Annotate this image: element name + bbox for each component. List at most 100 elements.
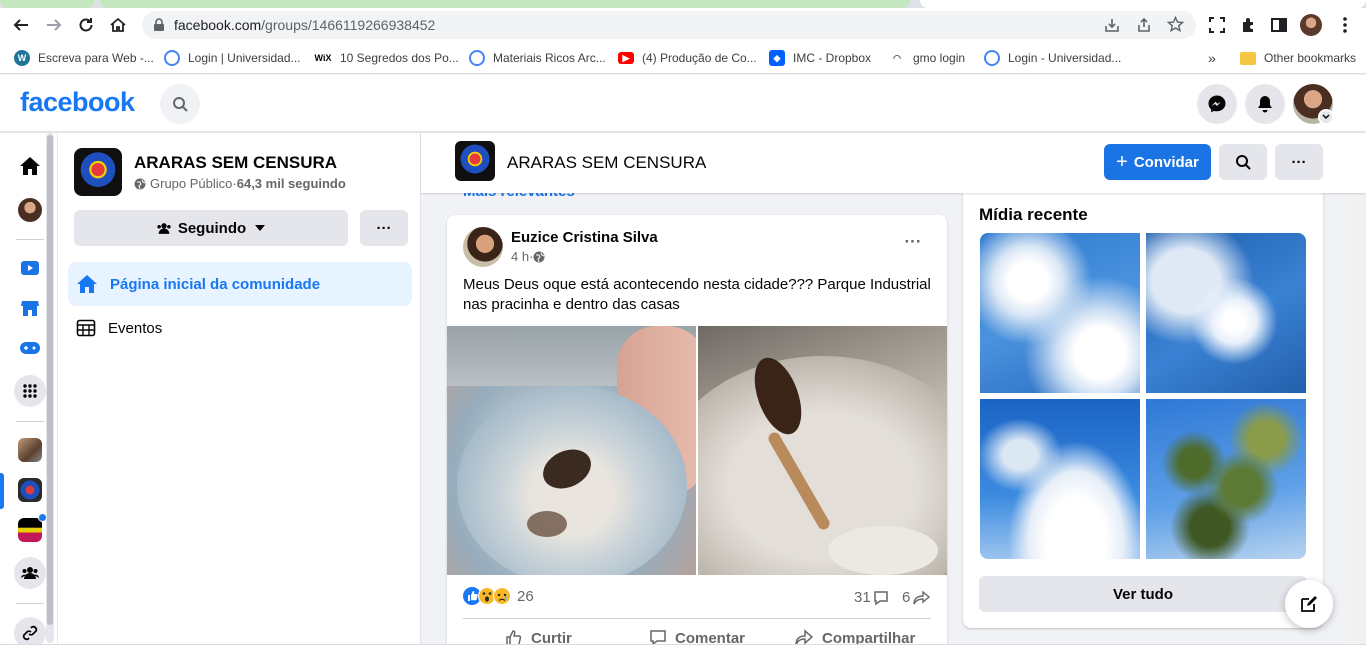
bell-icon [1258,96,1272,113]
group-meta: Grupo Público · 64,3 mil seguindo [134,176,346,191]
post-time[interactable]: 4 h [511,249,529,264]
account-menu-button[interactable] [1318,109,1334,125]
group-logo[interactable] [74,148,122,196]
facebook-header: facebook [0,75,1366,132]
rail-groups[interactable] [14,557,46,589]
rail-shortcut-group[interactable] [17,437,43,463]
rail-marketplace[interactable] [17,295,43,321]
media-thumbnail[interactable] [1146,399,1306,559]
chrome-menu-button[interactable] [1332,12,1358,38]
invite-button[interactable]: + Convidar [1104,144,1211,180]
bookmark-item[interactable]: ◠ gmo login [889,49,965,67]
reload-button[interactable] [73,12,99,38]
browser-tab-strip [0,0,1366,8]
facebook-logo[interactable]: facebook [20,87,135,118]
feed-post: Euzice Cristina Silva 4 h · ··· Meus Deu… [447,215,947,660]
other-bookmarks[interactable]: Other bookmarks [1240,49,1356,67]
bookmark-item[interactable]: Login | Universidad... [164,49,301,67]
group-header-more-button[interactable]: ··· [1275,144,1323,180]
group-title[interactable]: ARARAS SEM CENSURA [507,153,706,173]
kebab-menu-icon [1343,17,1347,33]
member-count: 64,3 mil seguindo [236,176,346,191]
media-thumbnail[interactable] [980,233,1140,393]
group-name[interactable]: ARARAS SEM CENSURA [134,153,337,173]
star-icon[interactable] [1167,16,1184,33]
page-icon [469,50,485,66]
gmo-icon: ◠ [893,52,901,63]
see-all-button[interactable]: Ver tudo [979,576,1307,612]
bookmark-item[interactable]: W Escreva para Web -... [14,49,154,67]
forward-arrow-icon [47,19,62,31]
comment-count[interactable]: 31 [854,589,889,606]
share-arrow-icon [913,590,931,604]
group-more-button[interactable]: ··· [360,210,408,246]
following-button[interactable]: Seguindo [74,210,348,246]
chevron-down-icon [1322,114,1330,120]
rail-shortcut-group[interactable] [17,477,43,503]
post-photo[interactable] [698,326,947,575]
folder-icon [1240,51,1256,65]
sidepanel-button[interactable] [1266,12,1292,38]
nav-community-home[interactable]: Página inicial da comunidade [68,262,412,306]
bookmark-item[interactable]: Login - Universidad... [984,49,1121,67]
group-search-button[interactable] [1219,144,1267,180]
bookmarks-bar: W Escreva para Web -... Login | Universid… [0,42,1366,74]
divider [16,239,44,240]
new-message-button[interactable] [1285,580,1333,628]
back-button[interactable] [8,12,34,38]
wix-icon: WiX [314,53,332,63]
divider [16,603,44,604]
rail-home[interactable] [17,153,43,179]
dropbox-icon: ◆ [769,50,785,66]
nav-events[interactable]: Eventos [68,306,412,350]
install-icon[interactable] [1104,17,1120,33]
group-logo[interactable] [455,141,495,181]
share-icon[interactable] [1136,17,1152,33]
lock-icon [154,18,164,31]
post-meta: 4 h · [511,249,545,264]
forward-button[interactable] [41,12,67,38]
puzzle-icon [1243,18,1253,32]
search-button[interactable] [160,84,200,124]
media-thumbnail[interactable] [980,399,1140,559]
tab-hint [0,0,95,8]
media-thumbnail[interactable] [1146,233,1306,393]
browser-toolbar: facebook.com/groups/1466119266938452 [0,8,1366,42]
profile-button[interactable] [1298,12,1324,38]
page-scrollbar[interactable] [1348,133,1366,643]
search-icon [173,97,188,112]
tab-hint [100,0,910,8]
sidebar-scrollbar[interactable] [46,133,54,643]
bookmark-item[interactable]: Materiais Ricos Arc... [469,49,606,67]
post-photo[interactable] [447,326,696,575]
group-sidebar: ARARAS SEM CENSURA Grupo Público · 64,3 … [58,133,421,660]
home-icon [20,157,40,175]
shop-icon [21,301,39,316]
messenger-button[interactable] [1197,84,1237,124]
recent-media-title: Mídia recente [979,205,1088,224]
group-sticky-header: ARARAS SEM CENSURA + Convidar ··· [421,133,1366,193]
home-icon [110,17,126,32]
globe-icon [134,178,146,189]
post-options-button[interactable]: ··· [899,233,927,255]
address-bar[interactable]: facebook.com/groups/1466119266938452 [142,11,1196,39]
page-icon [984,50,1000,66]
scroll-thumb[interactable] [47,135,53,625]
notifications-button[interactable] [1245,84,1285,124]
bookmarks-overflow[interactable]: » [1208,49,1216,67]
bookmark-item[interactable]: ▶ (4) Produção de Co... [618,49,757,67]
rail-watch[interactable] [17,255,43,281]
post-author[interactable]: Euzice Cristina Silva [511,229,658,246]
author-avatar[interactable] [463,227,503,267]
rail-gaming[interactable] [17,335,43,361]
extensions-button[interactable] [1236,12,1262,38]
share-count[interactable]: 6 [902,589,931,606]
search-icon [1236,155,1251,170]
bookmark-item[interactable]: ◆ IMC - Dropbox [769,49,871,67]
home-button[interactable] [105,12,131,38]
reaction-summary[interactable]: 26 [463,587,534,605]
rail-menu[interactable] [14,375,46,407]
rail-profile[interactable] [17,197,43,223]
screenshot-button[interactable] [1204,12,1230,38]
bookmark-item[interactable]: WiX 10 Segredos dos Po... [314,49,459,67]
